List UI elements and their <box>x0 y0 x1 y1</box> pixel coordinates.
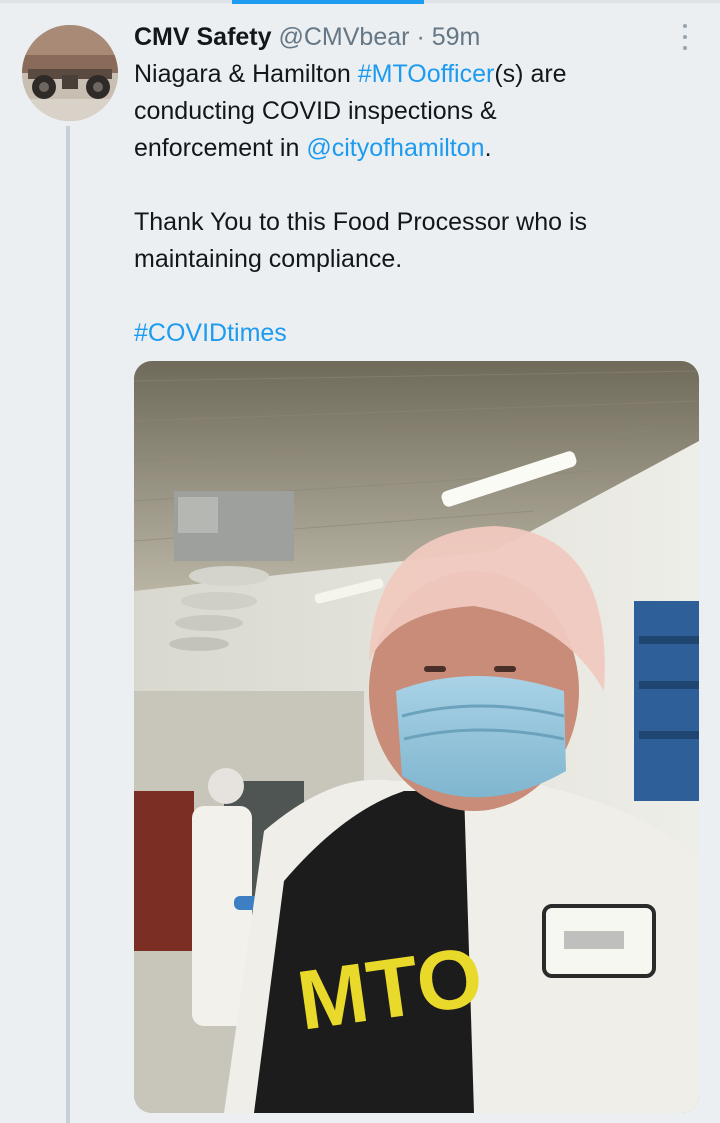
tweet-text-segment: enforcement in <box>134 134 307 162</box>
avatar-image <box>22 25 118 121</box>
thread-connector-line <box>66 126 70 1123</box>
hashtag-link-mtoofficer[interactable]: #MTOofficer <box>358 60 495 88</box>
tweet-hashtag-line: #COVIDtimes <box>134 315 694 352</box>
mention-link-cityofhamilton[interactable]: @cityofhamilton <box>306 134 484 162</box>
author-name[interactable]: CMV Safety <box>134 23 272 51</box>
tweet-text-segment: Thank You to this Food Processor who is … <box>134 208 588 273</box>
tweet-timestamp[interactable]: 59m <box>432 23 481 51</box>
tweet-text-paragraph: Thank You to this Food Processor who is … <box>134 204 654 278</box>
tweet-text-segment: (s) are <box>494 60 567 88</box>
author-handle[interactable]: @CMVbear <box>279 23 410 51</box>
tweet-media-photo[interactable]: MTO <box>134 361 699 1113</box>
tweet-thread-view: CMV Safety @CMVbear · 59m Niagara & Hami… <box>0 0 720 1123</box>
avatar[interactable] <box>22 25 118 121</box>
tweet-header: CMV Safety @CMVbear · 59m <box>134 18 694 56</box>
tweet-content[interactable]: CMV Safety @CMVbear · 59m Niagara & Hami… <box>134 18 694 352</box>
active-tab-indicator <box>232 0 424 4</box>
tweet-text-segment: Niagara & Hamilton <box>134 60 358 88</box>
tweet-text: Niagara & Hamilton #MTOofficer(s) are co… <box>134 56 694 167</box>
photo-illustration: MTO <box>134 361 699 1113</box>
tweet-text-segment: . <box>484 134 492 162</box>
header-separator: · <box>416 23 425 51</box>
hashtag-link-covidtimes[interactable]: #COVIDtimes <box>134 319 287 347</box>
tweet-text-segment: conducting COVID inspections & <box>134 97 497 125</box>
